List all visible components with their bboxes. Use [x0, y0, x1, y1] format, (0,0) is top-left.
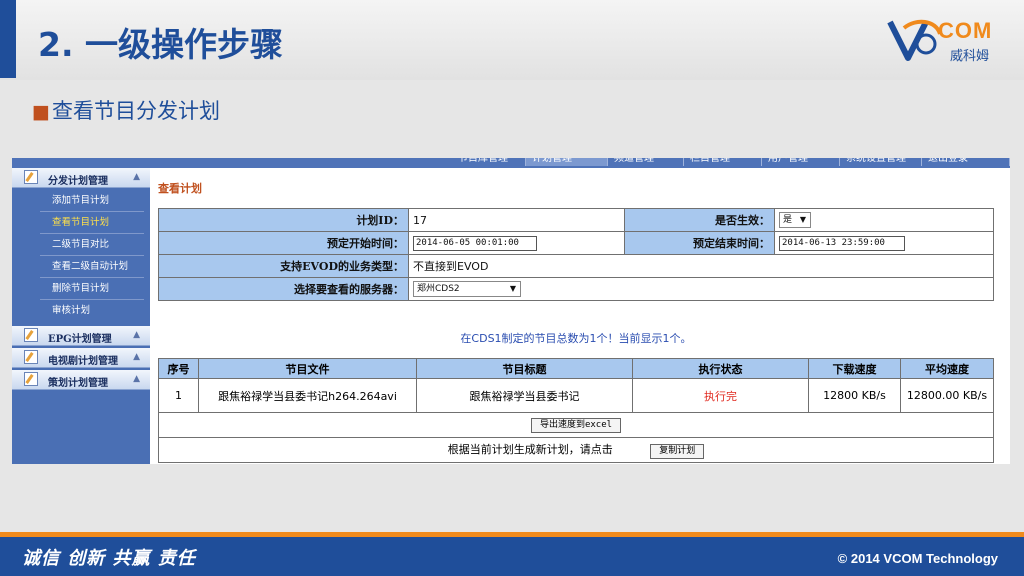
sidebar: 分发计划管理 ▲ 添加节目计划 查看节目计划 二级节目对比 查看二级自动计划 删…	[12, 168, 150, 464]
main-content: 查看计划 计划ID： 17 是否生效： 是 ▼ 预定开始时间： 2014-06-0…	[158, 168, 998, 464]
end-time-cell: 2014-06-13 23:59:00	[774, 231, 994, 255]
regen-text: 根据当前计划生成新计划，请点击	[447, 443, 613, 456]
evod-label: 支持EVOD的业务类型：	[158, 254, 409, 278]
active-select[interactable]: 是 ▼	[779, 212, 811, 228]
edit-icon	[24, 170, 38, 184]
server-select[interactable]: 郑州CDS2 ▼	[413, 281, 521, 297]
col-header-status: 执行状态	[632, 358, 809, 379]
tab-channel-management[interactable]: 频道管理	[608, 158, 684, 166]
top-nav: 节目库管理 计划管理 频道管理 栏目管理 用户管理 系统设置管理 退出登录	[12, 158, 1010, 168]
sidebar-group-label: 电视剧计划管理	[48, 356, 118, 367]
title-accent-bar	[0, 0, 16, 78]
start-time-input[interactable]: 2014-06-05 00:01:00	[413, 235, 537, 251]
cell-file: 跟焦裕禄学当县委书记h264.264avi	[198, 378, 417, 413]
active-select-value: 是	[783, 215, 793, 225]
server-select-value: 郑州CDS2	[417, 284, 460, 294]
logo-wordmark: COM	[938, 18, 993, 43]
sidebar-item-delete-plan[interactable]: 删除节目计划	[40, 278, 144, 300]
plan-id-value: 17	[408, 208, 625, 232]
end-time-input[interactable]: 2014-06-13 23:59:00	[779, 235, 905, 251]
plan-info-table: 计划ID： 17 是否生效： 是 ▼ 预定开始时间： 2014-06-05 00:…	[158, 208, 994, 301]
table-row: 1 跟焦裕禄学当县委书记h264.264avi 跟焦裕禄学当县委书记 执行完 1…	[158, 378, 994, 413]
export-excel-button[interactable]: 导出速度到excel	[530, 418, 622, 433]
col-header-title: 节目标题	[416, 358, 633, 379]
collapse-icon: ▲	[133, 172, 140, 182]
end-time-label: 预定结束时间：	[624, 231, 775, 255]
vcom-logo-icon	[887, 19, 942, 61]
sidebar-group-planning[interactable]: 策划计划管理 ▲	[12, 370, 150, 390]
slide-footer: 诚信 创新 共赢 责任 © 2014 VCOM Technology	[0, 537, 1024, 576]
evod-value: 不直接到EVOD	[408, 254, 994, 278]
app-screenshot: 节目库管理 计划管理 频道管理 栏目管理 用户管理 系统设置管理 退出登录 分发…	[12, 158, 1010, 464]
vcom-logo: COM 威科姆	[886, 14, 1006, 64]
dropdown-arrow-icon: ▼	[509, 284, 516, 293]
tab-plan-management[interactable]: 计划管理	[526, 158, 608, 166]
edit-icon	[24, 372, 38, 386]
active-label: 是否生效：	[624, 208, 775, 232]
sidebar-group-label: 分发计划管理	[48, 176, 108, 187]
tab-column-management[interactable]: 栏目管理	[684, 158, 762, 166]
slide-subtitle: ■查看节目分发计划	[32, 95, 220, 125]
tab-program-library[interactable]: 节目库管理	[452, 158, 526, 166]
start-time-label: 预定开始时间：	[158, 231, 409, 255]
sidebar-item-view-plan[interactable]: 查看节目计划	[40, 212, 144, 234]
regen-row: 根据当前计划生成新计划，请点击 复制计划	[158, 437, 994, 463]
col-header-file: 节目文件	[198, 358, 417, 379]
export-cell: 导出速度到excel	[158, 412, 994, 438]
col-header-no: 序号	[158, 358, 199, 379]
active-cell: 是 ▼	[774, 208, 994, 232]
slide-title: 2. 一级操作步骤	[38, 25, 283, 64]
edit-icon	[24, 328, 38, 342]
sidebar-item-add-plan[interactable]: 添加节目计划	[40, 190, 144, 212]
tab-system-settings[interactable]: 系统设置管理	[840, 158, 922, 166]
cell-no: 1	[158, 378, 199, 413]
bullet-square-icon: ■	[32, 101, 50, 123]
regen-cell: 根据当前计划生成新计划，请点击 复制计划	[158, 437, 994, 463]
cell-speed: 12800 KB/s	[808, 378, 901, 413]
collapse-icon: ▲	[133, 352, 140, 362]
export-row: 导出速度到excel	[158, 412, 994, 438]
footer-copyright: © 2014 VCOM Technology	[837, 551, 998, 566]
server-cell: 郑州CDS2 ▼	[408, 277, 994, 301]
collapse-icon: ▲	[133, 374, 140, 384]
cell-status: 执行完	[632, 378, 809, 413]
logo-chinese: 威科姆	[950, 49, 990, 64]
copy-plan-button[interactable]: 复制计划	[650, 444, 705, 459]
edit-icon	[24, 350, 38, 364]
cell-avg: 12800.00 KB/s	[900, 378, 994, 413]
sidebar-group-distribution[interactable]: 分发计划管理 ▲	[12, 168, 150, 188]
col-header-avg: 平均速度	[900, 358, 994, 379]
sidebar-group-label: 策划计划管理	[48, 378, 108, 389]
col-header-speed: 下载速度	[808, 358, 901, 379]
sidebar-group-epg[interactable]: EPG计划管理 ▲	[12, 326, 150, 346]
cell-title: 跟焦裕禄学当县委书记	[416, 378, 633, 413]
page-title: 查看计划	[158, 182, 202, 195]
subtitle-text: 查看节目分发计划	[51, 99, 220, 123]
server-label: 选择要查看的服务器：	[158, 277, 409, 301]
dropdown-arrow-icon: ▼	[799, 215, 806, 224]
collapse-icon: ▲	[133, 330, 140, 340]
summary-text: 在CDS1制定的节目总数为1个！当前显示1个。	[460, 332, 692, 345]
plan-id-label: 计划ID：	[158, 208, 409, 232]
program-table: 序号 节目文件 节目标题 执行状态 下载速度 平均速度 1 跟焦裕禄学当县委书记…	[158, 358, 994, 463]
sidebar-group-tv-series[interactable]: 电视剧计划管理 ▲	[12, 348, 150, 368]
start-time-cell: 2014-06-05 00:01:00	[408, 231, 625, 255]
tab-user-management[interactable]: 用户管理	[762, 158, 840, 166]
sidebar-item-compare[interactable]: 二级节目对比	[40, 234, 144, 256]
sidebar-item-review-plan[interactable]: 审核计划	[40, 300, 144, 322]
slide-header: 2. 一级操作步骤 COM 威科姆	[0, 0, 1024, 80]
sidebar-item-auto-plan[interactable]: 查看二级自动计划	[40, 256, 144, 278]
footer-slogan: 诚信 创新 共赢 责任	[22, 548, 196, 569]
table-header-row: 序号 节目文件 节目标题 执行状态 下载速度 平均速度	[158, 358, 994, 379]
sidebar-group-label: EPG计划管理	[48, 334, 112, 345]
tab-logout[interactable]: 退出登录	[922, 158, 1010, 166]
